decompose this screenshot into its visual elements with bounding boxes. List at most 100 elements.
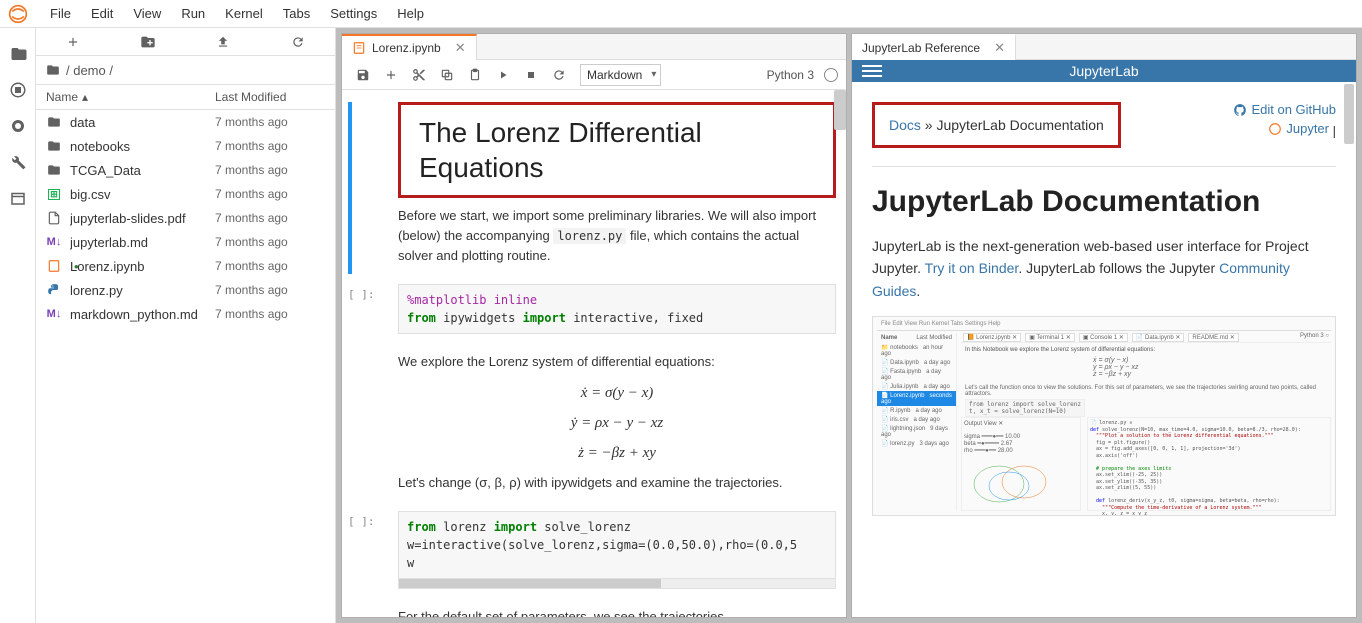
pdf-icon: [46, 210, 62, 226]
menu-kernel[interactable]: Kernel: [215, 2, 273, 25]
file-modified: 7 months ago: [215, 283, 325, 297]
equation-1: ẋ = σ(y − x): [398, 381, 836, 405]
tools-tab-icon[interactable]: [4, 148, 32, 176]
close-icon[interactable]: ✕: [994, 40, 1005, 56]
open-tabs-icon[interactable]: [4, 184, 32, 212]
menu-icon[interactable]: [862, 65, 882, 77]
restart-icon[interactable]: [546, 63, 572, 87]
cut-icon[interactable]: [406, 63, 432, 87]
horizontal-scrollbar[interactable]: [398, 579, 836, 589]
save-icon[interactable]: [350, 63, 376, 87]
breadcrumb-current: JupyterLab Documentation: [936, 117, 1103, 133]
breadcrumb[interactable]: / demo /: [36, 56, 335, 84]
running-tab-icon[interactable]: [4, 76, 32, 104]
doc-brand: JupyterLab: [1069, 63, 1138, 79]
tab-title: Lorenz.ipynb: [372, 41, 441, 55]
file-name: lorenz.py: [70, 283, 215, 298]
equation-2: ẏ = ρx − y − xz: [398, 411, 836, 435]
markdown-cell-outro[interactable]: For the default set of parameters, we se…: [342, 599, 836, 617]
menu-settings[interactable]: Settings: [320, 2, 387, 25]
file-name: jupyterlab-slides.pdf: [70, 211, 215, 226]
tab-reference[interactable]: JupyterLab Reference ✕: [852, 34, 1016, 60]
cell-prompt: [ ]:: [348, 511, 375, 589]
breadcrumb-docs-link[interactable]: Docs: [889, 117, 921, 133]
copy-icon[interactable]: [434, 63, 460, 87]
run-icon[interactable]: [490, 63, 516, 87]
menubar: File Edit View Run Kernel Tabs Settings …: [0, 0, 1362, 28]
dock-area: Lorenz.ipynb ✕ Markdown Python 3: [336, 28, 1362, 623]
file-row[interactable]: notebooks7 months ago: [36, 134, 335, 158]
file-name: big.csv: [70, 187, 215, 202]
jupyter-link[interactable]: Jupyter: [1268, 121, 1329, 136]
scrollbar[interactable]: [834, 90, 846, 130]
fb-toolbar: [36, 28, 335, 56]
menu-run[interactable]: Run: [171, 2, 215, 25]
file-row[interactable]: Lorenz.ipynb7 months ago: [36, 254, 335, 278]
code-cell-2[interactable]: [ ]: from lorenz import solve_lorenz w=i…: [342, 511, 836, 589]
file-modified: 7 months ago: [215, 307, 325, 321]
file-row[interactable]: jupyterlab-slides.pdf7 months ago: [36, 206, 335, 230]
file-name: data: [70, 115, 215, 130]
binder-link[interactable]: Try it on Binder: [925, 260, 1019, 276]
kernel-name[interactable]: Python 3: [767, 68, 814, 82]
jupyter-icon: [1268, 122, 1282, 136]
doc-screenshot: File Edit View Run Kernel Tabs Settings …: [872, 316, 1336, 516]
file-modified: 7 months ago: [215, 163, 325, 177]
scrollbar[interactable]: [1344, 84, 1354, 144]
folder-icon: [46, 138, 62, 154]
file-row[interactable]: TCGA_Data7 months ago: [36, 158, 335, 182]
file-name: TCGA_Data: [70, 163, 215, 178]
file-row[interactable]: M↓jupyterlab.md7 months ago: [36, 230, 335, 254]
code-input[interactable]: from lorenz import solve_lorenz w=intera…: [398, 511, 836, 579]
filebrowser-tab-icon[interactable]: [4, 40, 32, 68]
file-row[interactable]: M↓markdown_python.md7 months ago: [36, 302, 335, 326]
kernel-indicator-icon[interactable]: [824, 68, 838, 82]
folder-icon: [46, 114, 62, 130]
menu-tabs[interactable]: Tabs: [273, 2, 320, 25]
code-cell-1[interactable]: [ ]: %matplotlib inline from ipywidgets …: [342, 284, 836, 334]
markdown-cell-title[interactable]: The Lorenz Differential Equations Before…: [342, 102, 836, 274]
notebook-title: The Lorenz Differential Equations: [419, 115, 815, 185]
code-input[interactable]: %matplotlib inline from ipywidgets impor…: [398, 284, 836, 334]
file-row[interactable]: lorenz.py7 months ago: [36, 278, 335, 302]
file-row[interactable]: data7 months ago: [36, 110, 335, 134]
menu-file[interactable]: File: [40, 2, 81, 25]
refresh-icon[interactable]: [286, 30, 310, 54]
stop-icon[interactable]: [518, 63, 544, 87]
file-row[interactable]: ⊞big.csv7 months ago: [36, 182, 335, 206]
file-modified: 7 months ago: [215, 115, 325, 129]
new-folder-icon[interactable]: [136, 30, 160, 54]
menu-edit[interactable]: Edit: [81, 2, 123, 25]
md-icon: M↓: [46, 234, 62, 250]
menu-view[interactable]: View: [123, 2, 171, 25]
close-icon[interactable]: ✕: [455, 40, 466, 56]
menu-help[interactable]: Help: [387, 2, 434, 25]
col-name-header[interactable]: Name▴: [36, 90, 215, 104]
paste-icon[interactable]: [462, 63, 488, 87]
doc-body: Docs » JupyterLab Documentation Edit on …: [852, 82, 1356, 617]
notebook-icon: [352, 41, 366, 55]
divider: [872, 166, 1336, 167]
celltype-select[interactable]: Markdown: [580, 64, 661, 86]
upload-icon[interactable]: [211, 30, 235, 54]
nb-tabbar: Lorenz.ipynb ✕: [342, 34, 846, 60]
github-icon: [1233, 103, 1247, 117]
explore-text: We explore the Lorenz system of differen…: [398, 352, 836, 372]
doc-breadcrumb-box: Docs » JupyterLab Documentation: [872, 102, 1121, 148]
commands-tab-icon[interactable]: [4, 112, 32, 140]
folder-icon: [46, 162, 62, 178]
col-modified-header[interactable]: Last Modified: [215, 90, 335, 104]
file-browser: / demo / Name▴ Last Modified data7 month…: [36, 28, 336, 623]
new-launcher-icon[interactable]: [61, 30, 85, 54]
file-modified: 7 months ago: [215, 211, 325, 225]
file-name: markdown_python.md: [70, 307, 215, 322]
doc-header: JupyterLab: [852, 60, 1356, 82]
markdown-cell-explore[interactable]: We explore the Lorenz system of differen…: [342, 344, 836, 500]
add-cell-icon[interactable]: [378, 63, 404, 87]
nb-toolbar: Markdown Python 3: [342, 60, 846, 90]
fb-header: Name▴ Last Modified: [36, 84, 335, 110]
activity-bar: [0, 28, 36, 623]
edit-github-link[interactable]: Edit on GitHub: [1233, 102, 1336, 117]
doc-heading: JupyterLab Documentation: [872, 185, 1336, 219]
tab-lorenz[interactable]: Lorenz.ipynb ✕: [342, 34, 477, 60]
